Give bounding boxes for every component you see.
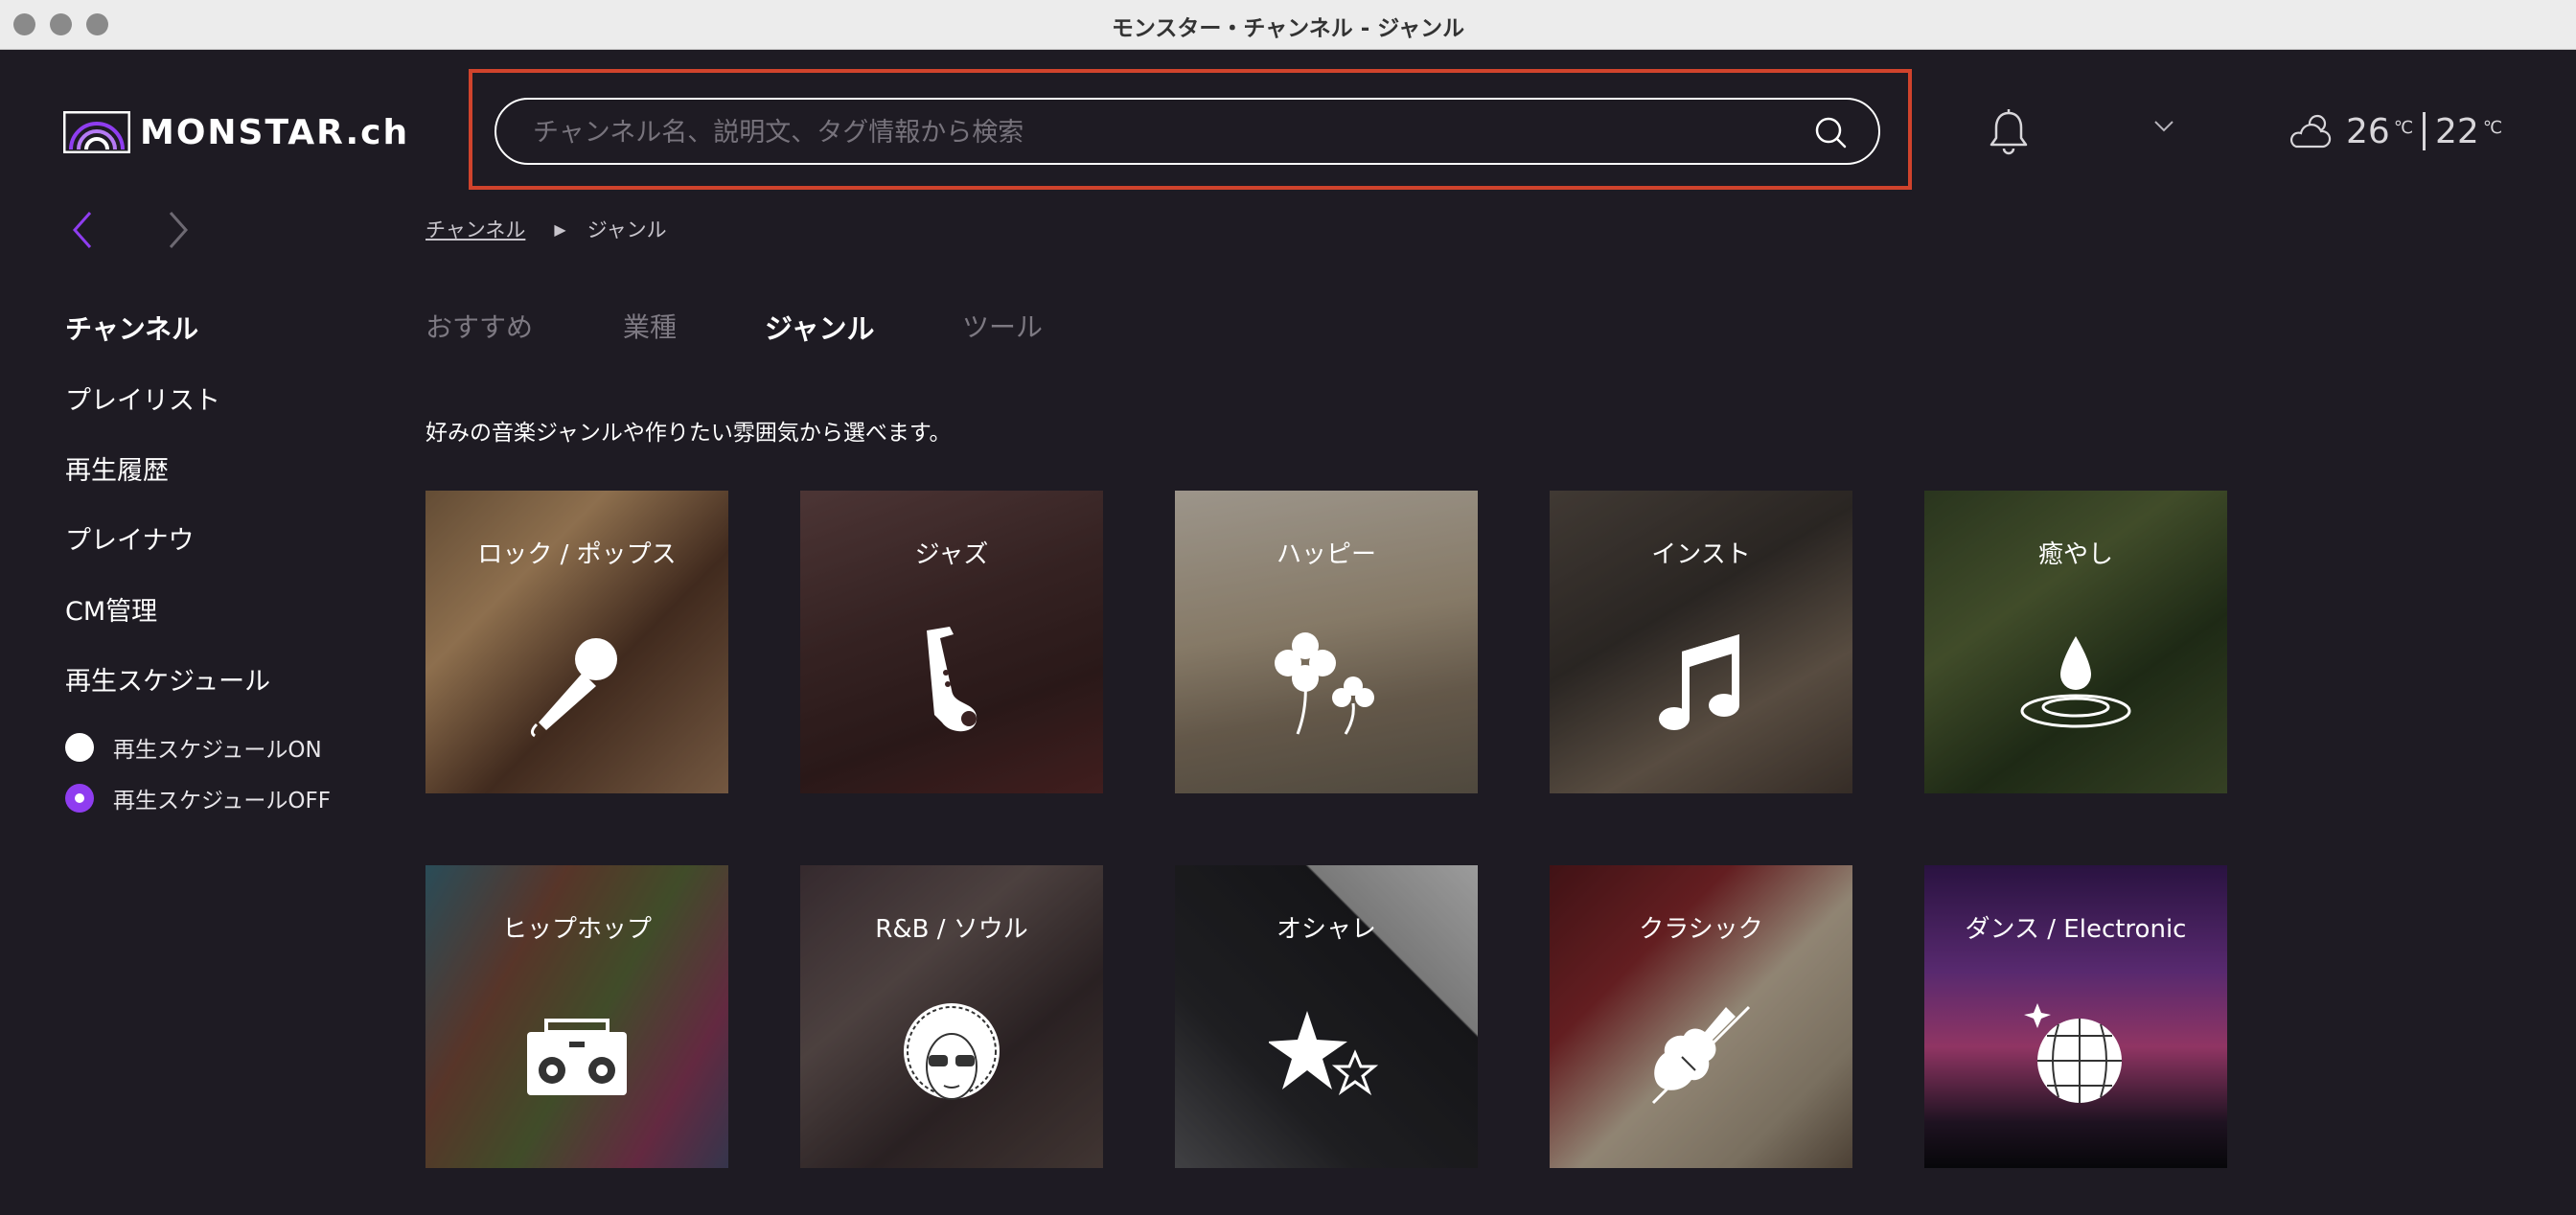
breadcrumb-link-channel[interactable]: チャンネル [426, 215, 525, 243]
genre-label: ハッピー [1276, 540, 1376, 569]
radio-selected-icon[interactable] [65, 784, 94, 813]
genre-label: R&B / ソウル [875, 915, 1028, 944]
breadcrumb-current: ジャンル [586, 218, 667, 241]
sidebar-item-playlist[interactable]: プレイリスト [65, 379, 220, 417]
tab-recommended[interactable]: おすすめ [426, 307, 533, 345]
genre-tile-stylish[interactable]: オシャレ [1175, 865, 1478, 1168]
genre-tile-classical[interactable]: クラシック [1550, 865, 1852, 1168]
afro-face-icon [904, 1003, 1000, 1100]
music-note-icon [1659, 634, 1739, 730]
microphone-icon [530, 638, 617, 738]
genre-tile-rock-pops[interactable]: ロック / ポップス [426, 491, 728, 793]
back-arrow-icon[interactable] [69, 209, 98, 251]
temperature-low: 22 [2435, 111, 2479, 151]
genre-label: インスト [1651, 540, 1751, 569]
violin-icon [1651, 1005, 1751, 1105]
forward-arrow-icon[interactable] [163, 209, 192, 251]
cloud-sun-icon [2289, 114, 2332, 149]
schedule-on-radio[interactable]: 再生スケジュールON [65, 731, 322, 764]
genre-label: ダンス / Electronic [1965, 915, 2187, 944]
temperature-high-unit: ℃ [2393, 117, 2414, 138]
genre-tile-jazz[interactable]: ジャズ [800, 491, 1103, 793]
logo-mark-icon [63, 111, 130, 153]
radio-unselected-icon[interactable] [65, 733, 94, 762]
genre-description: 好みの音楽ジャンルや作りたい雰囲気から選べます。 [426, 421, 952, 446]
breadcrumb-separator: ▶ [554, 219, 566, 239]
genre-label: ヒップホップ [501, 915, 652, 944]
temperature-divider [2423, 112, 2426, 150]
water-drop-icon [2020, 636, 2131, 728]
tab-genre[interactable]: ジャンル [765, 307, 875, 347]
schedule-off-radio[interactable]: 再生スケジュールOFF [65, 782, 331, 814]
genre-label: クラシック [1639, 915, 1763, 944]
breadcrumb: チャンネル ▶ ジャンル [426, 215, 667, 243]
sidebar-item-cm-management[interactable]: CM管理 [65, 590, 157, 628]
genre-tile-hiphop[interactable]: ヒップホップ [426, 865, 728, 1168]
search-box[interactable] [494, 98, 1880, 165]
schedule-off-label: 再生スケジュールOFF [113, 789, 331, 814]
genre-tile-instrumental[interactable]: インスト [1550, 491, 1852, 793]
genre-tile-dance-electronic[interactable]: ダンス / Electronic [1924, 865, 2227, 1168]
genre-label: オシャレ [1276, 915, 1376, 944]
logo[interactable]: MONSTAR.ch [63, 109, 409, 155]
logo-text: MONSTAR.ch [140, 112, 410, 152]
stars-icon [1269, 1011, 1379, 1096]
genre-label: ロック / ポップス [477, 540, 677, 569]
app-window: MONSTAR.ch 26 ℃ 22 ℃ チャンネル [0, 50, 2576, 1215]
sidebar-item-play-now[interactable]: プレイナウ [65, 519, 194, 557]
window-title-bar: モンスター・チャンネル - ジャンル [0, 0, 2576, 50]
search-icon[interactable] [1813, 115, 1848, 149]
sidebar-item-history[interactable]: 再生履歴 [65, 449, 169, 487]
window-title: モンスター・チャンネル - ジャンル [1111, 16, 1465, 41]
weather-widget: 26 ℃ 22 ℃ [2287, 105, 2502, 157]
boombox-icon [527, 1019, 627, 1095]
tab-industry[interactable]: 業種 [623, 307, 677, 345]
search-input[interactable] [533, 109, 1779, 155]
tab-tools[interactable]: ツール [962, 307, 1043, 345]
genre-tile-rnb-soul[interactable]: R&B / ソウル [800, 865, 1103, 1168]
chevron-down-icon[interactable] [2152, 119, 2175, 134]
temperature-high: 26 [2346, 111, 2390, 151]
disco-ball-icon [2024, 1003, 2122, 1103]
saxophone-icon [927, 627, 978, 732]
bell-icon[interactable] [1988, 109, 2030, 155]
genre-tile-healing[interactable]: 癒やし [1924, 491, 2227, 793]
sidebar-item-schedule[interactable]: 再生スケジュール [65, 660, 270, 698]
genre-label: 癒やし [2037, 540, 2113, 569]
genre-label: ジャズ [914, 540, 989, 569]
schedule-on-label: 再生スケジュールON [113, 738, 322, 763]
clover-icon [1275, 632, 1374, 735]
temperature-low-unit: ℃ [2482, 117, 2503, 138]
genre-tile-happy[interactable]: ハッピー [1175, 491, 1478, 793]
sidebar-item-channel[interactable]: チャンネル [65, 309, 198, 347]
